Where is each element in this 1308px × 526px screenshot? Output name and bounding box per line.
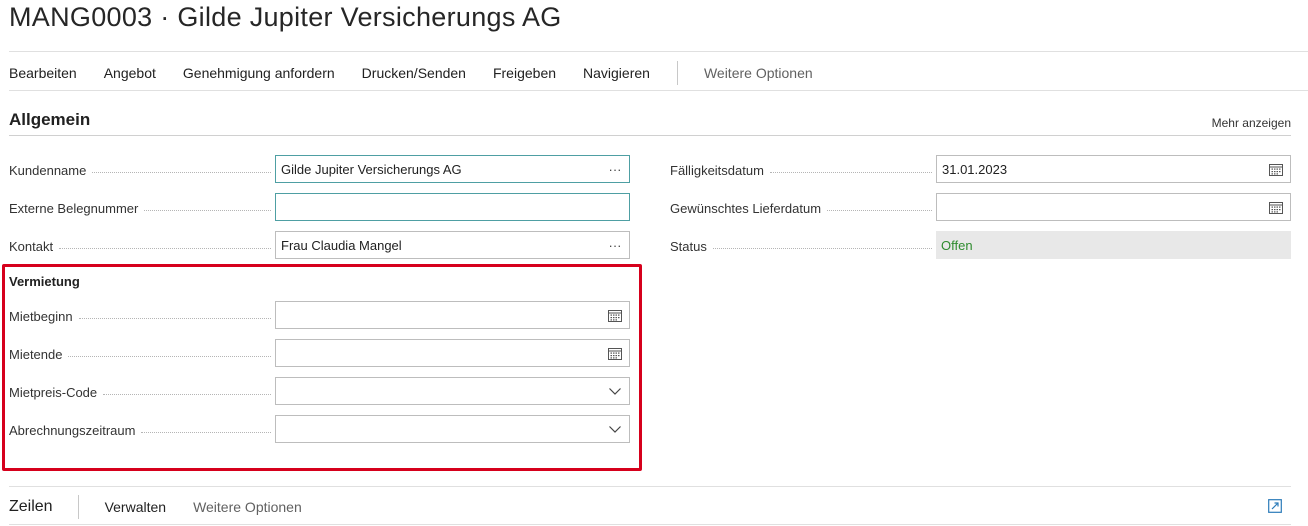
action-more-options[interactable]: Weitere Optionen: [704, 65, 813, 81]
rental-price-code-label-text: Mietpreis-Code: [9, 384, 104, 400]
chevron-down-icon[interactable]: [601, 416, 629, 442]
calendar-icon[interactable]: [601, 302, 629, 328]
rental-end-label: Mietende: [9, 340, 271, 368]
customer-name-value: Gilde Jupiter Versicherungs AG: [281, 161, 462, 177]
customer-name-label-text: Kundenname: [9, 162, 93, 178]
action-edit[interactable]: Bearbeiten: [9, 65, 77, 81]
lines-bar: Zeilen Verwalten Weitere Optionen: [9, 494, 329, 520]
action-separator: [676, 61, 678, 85]
customer-name-label: Kundenname: [9, 156, 271, 184]
rental-end-label-text: Mietende: [9, 346, 69, 362]
chevron-down-icon[interactable]: [601, 378, 629, 404]
external-doc-no-field[interactable]: [275, 193, 630, 221]
rental-start-label-text: Mietbeginn: [9, 308, 79, 324]
expand-icon[interactable]: [1268, 499, 1282, 513]
rental-group-title: Vermietung: [9, 274, 80, 289]
external-doc-no-label: Externe Belegnummer: [9, 194, 271, 222]
contact-label-text: Kontakt: [9, 238, 60, 254]
rental-price-code-select[interactable]: [275, 377, 630, 405]
rental-start-field[interactable]: [275, 301, 630, 329]
action-request-approval[interactable]: Genehmigung anfordern: [183, 65, 335, 81]
calendar-icon[interactable]: [1262, 156, 1290, 182]
contact-field[interactable]: Frau Claudia Mangel ···: [275, 231, 630, 259]
rental-start-label: Mietbeginn: [9, 302, 271, 330]
billing-period-label-text: Abrechnungszeitraum: [9, 422, 142, 438]
rental-end-field[interactable]: [275, 339, 630, 367]
requested-delivery-label: Gewünschtes Lieferdatum: [670, 194, 932, 222]
external-doc-no-label-text: Externe Belegnummer: [9, 200, 145, 216]
title-divider: [9, 51, 1308, 52]
action-release[interactable]: Freigeben: [493, 65, 556, 81]
action-navigate[interactable]: Navigieren: [583, 65, 650, 81]
actions-divider: [9, 90, 1308, 91]
customer-name-field[interactable]: Gilde Jupiter Versicherungs AG ···: [275, 155, 630, 183]
lines-separator: [77, 495, 79, 519]
lines-title[interactable]: Zeilen: [9, 498, 53, 516]
action-print-send[interactable]: Drucken/Senden: [362, 65, 466, 81]
rental-price-code-label: Mietpreis-Code: [9, 378, 271, 406]
calendar-icon[interactable]: [601, 340, 629, 366]
ellipsis-icon[interactable]: ···: [601, 156, 629, 182]
contact-value: Frau Claudia Mangel: [281, 237, 402, 253]
requested-delivery-label-text: Gewünschtes Lieferdatum: [670, 200, 828, 216]
due-date-label: Fälligkeitsdatum: [670, 156, 932, 184]
action-quote[interactable]: Angebot: [104, 65, 156, 81]
section-underline: [9, 135, 1291, 136]
due-date-label-text: Fälligkeitsdatum: [670, 162, 770, 178]
section-title-general[interactable]: Allgemein: [9, 110, 90, 130]
calendar-icon[interactable]: [1262, 194, 1290, 220]
requested-delivery-field[interactable]: [936, 193, 1291, 221]
page-title: MANG0003 · Gilde Jupiter Versicherungs A…: [9, 2, 562, 32]
lines-bottom-divider: [9, 524, 1291, 525]
due-date-value: 31.01.2023: [942, 161, 1008, 177]
due-date-field[interactable]: 31.01.2023: [936, 155, 1291, 183]
status-value: Offen: [936, 231, 1291, 259]
contact-label: Kontakt: [9, 232, 271, 260]
lines-divider: [9, 486, 1291, 487]
lines-more-options[interactable]: Weitere Optionen: [193, 499, 302, 515]
status-label-text: Status: [670, 238, 713, 254]
show-more-link[interactable]: Mehr anzeigen: [1212, 116, 1291, 130]
status-label: Status: [670, 232, 932, 260]
action-bar: Bearbeiten Angebot Genehmigung anfordern…: [9, 58, 840, 88]
billing-period-label: Abrechnungszeitraum: [9, 416, 271, 444]
billing-period-select[interactable]: [275, 415, 630, 443]
ellipsis-icon[interactable]: ···: [601, 232, 629, 258]
lines-manage[interactable]: Verwalten: [105, 499, 166, 515]
